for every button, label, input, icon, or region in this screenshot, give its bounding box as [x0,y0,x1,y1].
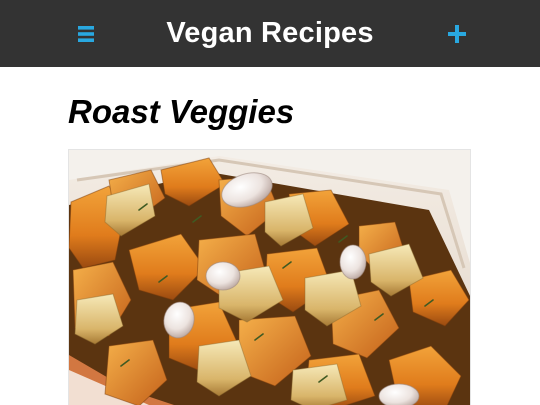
top-nav-bar: Vegan Recipes [0,0,540,67]
add-recipe-button[interactable] [439,16,475,52]
app-screen: Vegan Recipes Roast Veggies [0,0,540,405]
recipe-photo [68,149,471,405]
plus-icon [448,25,466,43]
roasted-vegetables-image [69,150,470,405]
recipe-title: Roast Veggies [68,93,295,130]
